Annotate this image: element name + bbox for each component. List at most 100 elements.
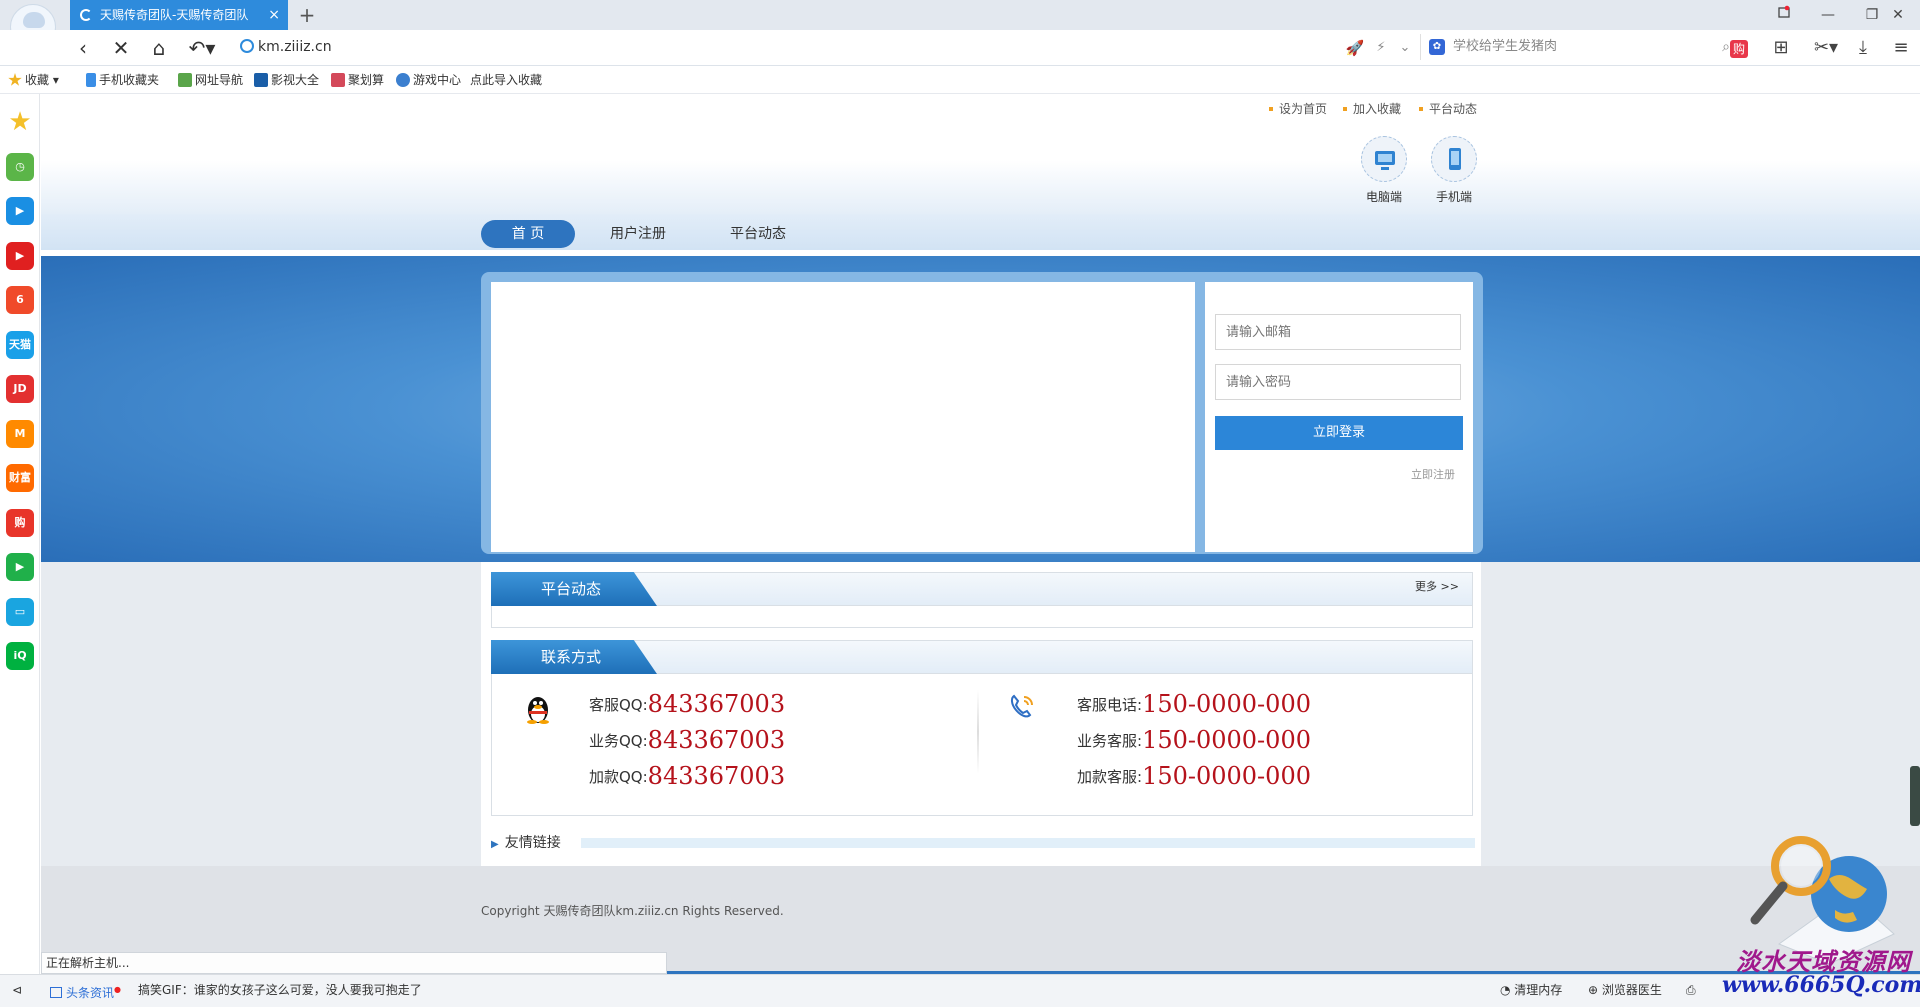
url-text: km.ziiiz.cn [258,39,332,55]
sidebar-youku-icon[interactable]: ▶ [6,241,34,270]
bookmark-mobile[interactable]: 手机收藏夹 [86,66,159,94]
bookmark-favorites[interactable]: 收藏 ▾ [8,66,59,94]
caret-right-icon: ▶ [491,839,499,850]
news-icon [50,987,62,998]
clean-icon: ◔ [1500,983,1515,997]
sidebar-six-icon[interactable]: 6 [6,286,34,314]
browser-doctor-button[interactable]: ⊕ 浏览器医生 [1588,980,1662,1000]
star-icon [8,73,22,86]
contact-title: 联系方式 [491,640,657,674]
bookmark-juhuasuan[interactable]: 聚划算 [331,66,384,94]
password-input[interactable] [1215,364,1461,400]
sidebar-history-icon[interactable]: ◷ [6,152,34,181]
site-header [41,94,1920,214]
download-icon[interactable]: ⤓ [1848,34,1878,62]
loading-spinner-icon [80,9,92,21]
bookmark-games[interactable]: 游戏中心 [396,66,461,94]
qq-penguin-icon [525,694,551,724]
back-icon[interactable]: ‹ [68,30,98,66]
site-security-icon [240,39,254,53]
pin-icon[interactable] [1762,0,1806,30]
tab-close-button[interactable]: × [268,0,280,30]
web-page: 设为首页 加入收藏 平台动态 电脑端 手机端 首 页 用户注册 平台动态 立即登… [41,94,1920,974]
bookmark-nav[interactable]: 网址导航 [178,66,243,94]
sidebar-finance-icon[interactable]: 财富 [6,464,34,492]
search-box[interactable]: ✿ 学校给学生发猪肉 ⌕ [1420,34,1740,60]
avatar-face-icon [23,12,45,28]
minimize-icon[interactable]: — [1806,0,1850,30]
sidebar-shop-icon[interactable]: 购 [6,508,34,537]
phone-icon [86,73,96,87]
main-nav [41,214,1920,250]
email-input[interactable] [1215,314,1461,350]
qq-service: 客服QQ:843367003 [589,690,786,718]
home-icon[interactable]: ⌂ [144,30,174,66]
url-field[interactable]: km.ziiiz.cn [236,34,1326,60]
new-tab-button[interactable]: + [296,2,318,28]
mobile-label: 手机端 [1435,190,1472,204]
close-window-icon[interactable]: ✕ [1876,0,1920,30]
game-icon [396,73,410,87]
film-icon [254,73,268,87]
sidebar-tencent-video-icon[interactable]: ▶ [6,553,34,581]
desktop-label: 电脑端 [1365,190,1402,204]
sidebar-video-icon[interactable]: ▶ [6,197,34,225]
news-title: 平台动态 [491,572,657,606]
undo-close-icon[interactable]: ↶▾ [182,30,222,66]
friend-links-title: ▶ 友情链接 [491,835,561,851]
platform-news-link[interactable]: 平台动态 [1419,100,1477,117]
ju-icon [331,73,345,87]
friend-links-bar [581,838,1475,848]
phone-payment: 加款客服:150-0000-000 [1077,762,1311,790]
sidebar-bilibili-icon[interactable]: ▭ [6,597,34,626]
news-more-link[interactable]: 更多 >> [1415,578,1459,594]
qq-business: 业务QQ:843367003 [589,726,786,754]
watermark-url: www.6665Q.com [1722,972,1920,998]
tab-bar [0,0,1920,30]
menu-icon[interactable]: ≡ [1886,34,1916,62]
login-submit-button[interactable]: 立即登录 [1215,416,1463,450]
printer-icon[interactable]: ⎙ [1686,980,1696,1000]
sidebar-jd-icon[interactable]: JD [6,375,34,403]
paw-icon: ✿ [1429,39,1445,55]
news-ticker[interactable]: 搞笑GIF：谁家的女孩子这么可爱，没人要我可抱走了 [138,980,422,1000]
sidebar-iqiyi-icon[interactable]: iQ [6,642,34,670]
qq-payment: 加款QQ:843367003 [589,762,786,790]
sidebar-mango-icon[interactable]: M [6,419,34,448]
phone-business: 业务客服:150-0000-000 [1077,726,1311,754]
apps-grid-icon[interactable]: ⊞ [1766,34,1796,62]
doctor-icon: ⊕ [1588,983,1602,997]
nav-news[interactable]: 平台动态 [713,220,803,248]
home-icon [178,73,192,87]
desktop-icon [1361,136,1407,182]
phone-service: 客服电话:150-0000-000 [1077,690,1311,718]
scroll-grip[interactable] [1910,766,1920,826]
bookmark-video[interactable]: 影视大全 [254,66,319,94]
desktop-client[interactable]: 电脑端 [1359,136,1409,205]
bookmark-import[interactable]: 点此导入收藏 [470,66,542,94]
mobile-icon [1431,136,1477,182]
nav-register[interactable]: 用户注册 [593,220,683,248]
mobile-client[interactable]: 手机端 [1429,136,1479,205]
sidebar-favorites-icon[interactable]: ★ [6,108,34,136]
active-tab[interactable]: 天赐传奇团队-天赐传奇团队 × [70,0,288,30]
news-feed[interactable]: 头条资讯● [50,980,121,1003]
stop-icon[interactable]: ✕ [106,30,136,66]
tab-title: 天赐传奇团队-天赐传奇团队 [100,8,249,22]
phone-icon [1007,692,1037,722]
nav-home[interactable]: 首 页 [481,220,575,248]
slideshow-area [491,282,1195,552]
shopping-icon[interactable]: 购 [1724,34,1754,62]
collapse-sidebar-icon[interactable]: ⊲ [12,980,22,1000]
search-placeholder: 学校给学生发猪肉 [1453,39,1558,54]
contact-divider [977,690,979,774]
add-favorite-link[interactable]: 加入收藏 [1343,100,1401,117]
scissors-icon[interactable]: ✂▾ [1806,34,1846,62]
register-link[interactable]: 立即注册 [1411,466,1455,482]
sidebar-tianmao-icon[interactable]: 天猫 [6,330,34,359]
copyright-text: Copyright 天赐传奇团队km.ziiiz.cn Rights Reser… [481,904,784,918]
chevron-down-icon[interactable]: ⌄ [1390,34,1420,62]
loading-status: 正在解析主机... [41,952,667,974]
set-homepage-link[interactable]: 设为首页 [1269,100,1327,117]
clean-memory-button[interactable]: ◔ 清理内存 [1500,980,1562,1000]
